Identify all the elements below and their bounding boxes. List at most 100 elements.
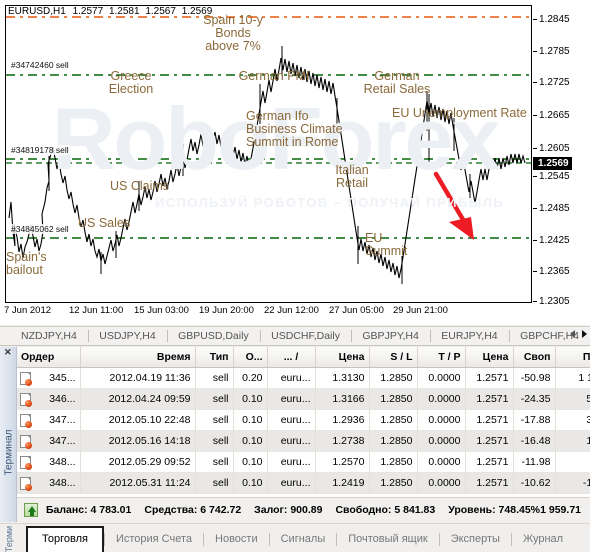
table-row[interactable]: 346... 2012.04.24 09:59 sell 0.10 euru... 1.3… xyxy=(17,388,590,410)
cell-profit: 365.00 xyxy=(555,409,590,431)
order-line-label-3: #34845062 sell xyxy=(10,224,70,234)
cell-order: 348... xyxy=(17,472,81,494)
column-header-tp[interactable]: T / P xyxy=(417,347,466,368)
cell-order: 347... xyxy=(17,430,81,452)
cell-order: 345... xyxy=(17,367,81,389)
table-row[interactable]: 348... 2012.05.31 11:24 sell 0.10 euru... 1.2… xyxy=(17,472,590,494)
table-row[interactable]: 347... 2012.05.16 14:18 sell 0.10 euru... 1.2… xyxy=(17,430,590,452)
cell-price-cur: 1.2571 xyxy=(465,388,514,410)
order-line-label-2: #34819178 sell xyxy=(10,145,70,155)
red-down-arrow xyxy=(433,171,474,240)
terminal-tab-5[interactable]: Почтовый ящик xyxy=(337,527,438,551)
chart-tab-gbpjpy[interactable]: GBPJPY,H4 xyxy=(351,327,429,345)
price-tick-6: 1.2485 xyxy=(533,204,570,214)
cell-swap: -50.98 xyxy=(513,367,556,389)
cell-sl: 1.2850 xyxy=(369,451,418,473)
cell-type: sell xyxy=(195,388,234,410)
chart-tabs-scroll-controls[interactable] xyxy=(570,330,587,338)
order-document-icon xyxy=(20,455,32,470)
cell-profit: -152.00 xyxy=(555,472,590,494)
chart-tab-nzdjpy[interactable]: NZDJPY,H4 xyxy=(10,327,88,345)
cell-price-open: 1.2570 xyxy=(315,451,370,473)
terminal-tab-2[interactable]: История Счета xyxy=(105,527,203,551)
terminal-tab-7[interactable]: Журнал xyxy=(512,527,574,551)
chart-tab-usdchf[interactable]: USDCHF,Daily xyxy=(260,327,351,345)
cell-profit: 1 118.00 xyxy=(555,367,590,389)
table-row[interactable]: 348... 2012.05.29 09:52 sell 0.10 euru... 1.2… xyxy=(17,451,590,473)
cell-tp: 0.0000 xyxy=(417,409,466,431)
terminal-tab-3[interactable]: Новости xyxy=(204,527,269,551)
annotation-us-sales: US Sales xyxy=(78,216,131,230)
cell-type: sell xyxy=(195,451,234,473)
price-tick-4: 1.2605 xyxy=(533,144,570,154)
chart-tab-gbpusd[interactable]: GBPUSD,Daily xyxy=(167,327,260,345)
cell-swap: -16.48 xyxy=(513,430,556,452)
cell-price-open: 1.2738 xyxy=(315,430,370,452)
column-header-time[interactable]: Время xyxy=(80,347,196,368)
time-axis: 7 Jun 2012 12 Jun 11:00 15 Jun 03:00 19 … xyxy=(0,305,590,321)
cell-tp: 0.0000 xyxy=(417,451,466,473)
close-icon[interactable]: ✕ xyxy=(4,348,12,357)
cell-price-open: 1.2936 xyxy=(315,409,370,431)
price-tick-8: 1.2365 xyxy=(533,267,570,277)
cell-sl: 1.2850 xyxy=(369,430,418,452)
chart-tab-usdjpy[interactable]: USDJPY,H4 xyxy=(88,327,166,345)
chart-tab-eurjpy[interactable]: EURJPY,H4 xyxy=(430,327,508,345)
cell-time: 2012.05.29 09:52 xyxy=(80,451,196,473)
cell-volume: 0.10 xyxy=(233,451,268,473)
cell-price-cur: 1.2571 xyxy=(465,472,514,494)
quote-open: 1.2577 xyxy=(72,6,104,17)
column-header-price-current[interactable]: Цена xyxy=(465,347,514,368)
arrow-up-icon xyxy=(24,502,38,517)
terminal-side-label: Терми xyxy=(4,525,14,552)
quote-close: 1.2569 xyxy=(181,6,213,17)
scroll-left-icon[interactable] xyxy=(570,330,575,338)
column-header-sl[interactable]: S / L xyxy=(369,347,418,368)
column-header-volume[interactable]: О... xyxy=(233,347,268,368)
cell-symbol: euru... xyxy=(267,472,316,494)
terminal-tabs-bar[interactable]: Терми Торговля История Счета Новости Сигнал… xyxy=(0,523,590,552)
cell-order: 346... xyxy=(17,388,81,410)
price-tick-2: 1.2725 xyxy=(533,78,570,88)
price-line xyxy=(8,57,526,279)
scroll-right-icon[interactable] xyxy=(582,330,587,338)
cell-price-cur: 1.2571 xyxy=(465,451,514,473)
cell-swap: -11.98 xyxy=(513,451,556,473)
cell-tp: 0.0000 xyxy=(417,367,466,389)
table-row[interactable]: 347... 2012.05.10 22:48 sell 0.10 euru... 1.2… xyxy=(17,409,590,431)
cell-swap: -17.88 xyxy=(513,409,556,431)
terminal-panel-label: Терминал xyxy=(3,429,15,476)
column-header-profit[interactable]: Приб... xyxy=(555,347,590,368)
column-header-swap[interactable]: Своп xyxy=(513,347,556,368)
column-header-order[interactable]: Ордер xyxy=(17,347,81,368)
cell-volume: 0.10 xyxy=(233,430,268,452)
column-header-type[interactable]: Тип xyxy=(195,347,234,368)
open-positions-table[interactable]: Ордер Время Тип О... ... / Цена S / L T … xyxy=(17,347,590,497)
terminal-tab-4[interactable]: Сигналы xyxy=(270,527,337,551)
terminal-sidebar: ✕ Терминал xyxy=(0,347,17,522)
cell-price-cur: 1.2571 xyxy=(465,430,514,452)
terminal-tab-1[interactable]: Торговля xyxy=(26,526,104,552)
chart-tabs-bar[interactable]: NZDJPY,H4 USDJPY,H4 GBPUSD,Daily USDCHF,… xyxy=(0,326,590,346)
table-header-row: Ордер Время Тип О... ... / Цена S / L T … xyxy=(17,347,590,368)
order-id-text: 347... xyxy=(49,434,76,447)
cell-time: 2012.05.31 11:24 xyxy=(80,472,196,494)
cell-profit: 595.00 xyxy=(555,388,590,410)
cell-profit: 167.00 xyxy=(555,430,590,452)
order-id-text: 348... xyxy=(49,455,76,468)
order-document-icon xyxy=(20,413,32,428)
column-header-symbol[interactable]: ... / xyxy=(267,347,316,368)
cell-order: 347... xyxy=(17,409,81,431)
mt4-terminal-window: RoboForex ИСПОЛЬЗУЙ РОБОТОВ – ПОЛУЧАЙ ПР… xyxy=(0,0,590,552)
annotation-spain-bonds: Spain 10-y Bonds above 7% xyxy=(203,13,263,53)
price-tick-7: 1.2425 xyxy=(533,236,570,246)
chart-pane[interactable]: RoboForex ИСПОЛЬЗУЙ РОБОТОВ – ПОЛУЧАЙ ПР… xyxy=(0,0,590,325)
free-margin-value: Свободно: 5 841.83 xyxy=(335,503,436,516)
cell-type: sell xyxy=(195,430,234,452)
terminal-tab-6[interactable]: Эксперты xyxy=(440,527,511,551)
cell-symbol: euru... xyxy=(267,388,316,410)
column-header-price-open[interactable]: Цена xyxy=(315,347,370,368)
order-id-text: 348... xyxy=(49,476,76,489)
table-row[interactable]: 345... 2012.04.19 11:36 sell 0.20 euru... 1.3… xyxy=(17,367,590,389)
cell-sl: 1.2850 xyxy=(369,388,418,410)
